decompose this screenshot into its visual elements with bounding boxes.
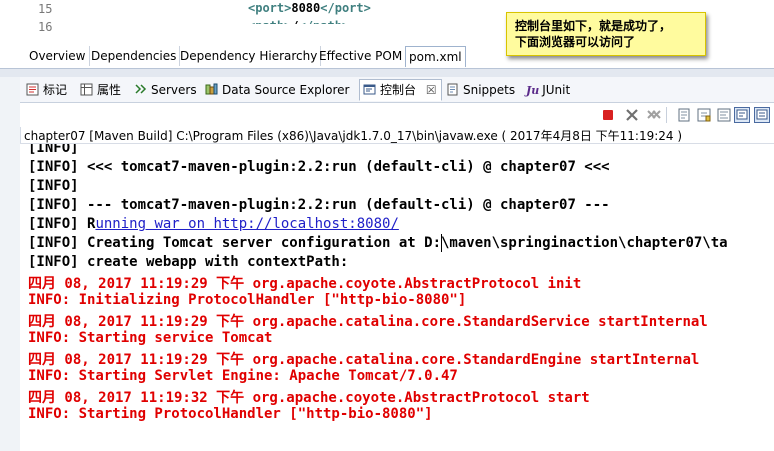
xml-close-tag: </port> bbox=[320, 1, 371, 15]
terminate-icon[interactable] bbox=[600, 107, 616, 123]
markers-icon bbox=[26, 83, 39, 96]
tab-label: Snippets bbox=[463, 83, 516, 97]
tab-label: JUnit bbox=[542, 83, 571, 97]
tab-label: 属性 bbox=[97, 83, 122, 97]
word-wrap-icon[interactable] bbox=[716, 107, 732, 123]
junit-icon: Ju bbox=[526, 84, 540, 97]
tab-dependency-hierarchy[interactable]: Dependency Hierarchy bbox=[177, 46, 322, 66]
console-line: 四月 08, 2017 11:19:29 下午 org.apache.catal… bbox=[28, 352, 700, 368]
console-line: 四月 08, 2017 11:19:29 下午 org.apache.coyot… bbox=[28, 276, 582, 292]
view-tab-bar: 标记 属性 Servers Data Source Explorer 控制台 ☒… bbox=[20, 77, 774, 103]
tab-data-source-explorer[interactable]: Data Source Explorer bbox=[205, 80, 349, 100]
tab-junit[interactable]: Ju JUnit bbox=[526, 80, 570, 100]
tab-console[interactable]: 控制台 ☒ bbox=[359, 79, 442, 101]
localhost-link[interactable]: unning war on http://localhost:8080/ bbox=[95, 216, 398, 232]
console-line: [INFO] Creating Tomcat server configurat… bbox=[28, 235, 728, 251]
pin-console-icon[interactable] bbox=[734, 107, 750, 123]
line-number-gutter: 15 16 bbox=[0, 0, 62, 44]
servers-icon bbox=[135, 84, 147, 94]
code-line[interactable]: <port>8080</port> bbox=[248, 1, 371, 15]
console-description: chapter07 [Maven Build] C:\Program Files… bbox=[24, 129, 683, 143]
annotation-callout: 控制台里如下，就是成功了， 下面浏览器可以访问了 bbox=[506, 12, 706, 56]
console-line: [INFO] bbox=[28, 144, 79, 156]
data-source-icon bbox=[205, 83, 218, 95]
console-line: 四月 08, 2017 11:19:32 下午 org.apache.coyot… bbox=[28, 390, 590, 406]
left-trim bbox=[0, 77, 21, 451]
console-icon bbox=[363, 84, 376, 95]
text-cursor bbox=[441, 234, 442, 252]
console-line: [INFO] <<< tomcat7-maven-plugin:2.2:run … bbox=[28, 159, 610, 175]
tab-label: 标记 bbox=[43, 83, 68, 97]
remove-all-terminated-icon[interactable] bbox=[646, 107, 662, 123]
line-number: 15 bbox=[38, 2, 53, 16]
console-line: INFO: Starting ProtocolHandler ["http-bi… bbox=[28, 406, 433, 422]
tab-pom-xml[interactable]: pom.xml bbox=[405, 46, 466, 67]
tab-label: 控制台 bbox=[380, 83, 417, 97]
console-line: INFO: Starting service Tomcat bbox=[28, 330, 273, 346]
display-selected-console-icon[interactable] bbox=[754, 107, 770, 123]
remove-launch-icon[interactable] bbox=[624, 107, 640, 123]
toolbar-separator bbox=[666, 107, 667, 123]
scroll-lock-icon[interactable] bbox=[696, 107, 712, 123]
tab-overview[interactable]: Overview bbox=[26, 46, 90, 66]
console-line: [INFO] Running war on http://localhost:8… bbox=[28, 216, 399, 232]
tab-markers[interactable]: 标记 bbox=[26, 80, 67, 100]
callout-line: 下面浏览器可以访问了 bbox=[515, 35, 636, 49]
console-line: INFO: Initializing ProtocolHandler ["htt… bbox=[28, 292, 467, 308]
tab-properties[interactable]: 属性 bbox=[80, 80, 121, 100]
code-line[interactable]: <path>/</path> bbox=[248, 19, 350, 33]
xml-close-tag: </path> bbox=[298, 19, 350, 33]
console-toolbar bbox=[20, 103, 774, 127]
xml-open-tag: <port> bbox=[248, 1, 292, 15]
view-separator bbox=[0, 69, 774, 77]
tab-effective-pom[interactable]: Effective POM bbox=[316, 46, 407, 66]
console-line: INFO: Starting Servlet Engine: Apache To… bbox=[28, 368, 458, 384]
clear-console-icon[interactable] bbox=[676, 107, 692, 123]
properties-icon bbox=[80, 83, 93, 96]
tab-dependencies[interactable]: Dependencies bbox=[88, 46, 181, 66]
console-line: 四月 08, 2017 11:19:29 下午 org.apache.catal… bbox=[28, 314, 708, 330]
tab-snippets[interactable]: Snippets bbox=[446, 80, 515, 100]
console-line: [INFO] --- tomcat7-maven-plugin:2.2:run … bbox=[28, 197, 610, 213]
xml-value: 8080 bbox=[291, 1, 321, 15]
tab-servers[interactable]: Servers bbox=[134, 80, 197, 100]
tab-label: Data Source Explorer bbox=[222, 83, 350, 97]
tab-label: Servers bbox=[151, 83, 197, 97]
line-number: 16 bbox=[38, 20, 53, 34]
console-line: [INFO] bbox=[28, 178, 79, 194]
snippets-icon bbox=[447, 83, 458, 96]
console-output[interactable]: [INFO] [INFO] <<< tomcat7-maven-plugin:2… bbox=[20, 144, 774, 451]
xml-open-tag: <path> bbox=[248, 19, 292, 33]
close-icon[interactable]: ☒ bbox=[426, 83, 437, 97]
callout-line: 控制台里如下，就是成功了， bbox=[515, 19, 672, 33]
xml-value: / bbox=[291, 19, 299, 33]
console-line: [INFO] create webapp with contextPath: bbox=[28, 254, 349, 270]
